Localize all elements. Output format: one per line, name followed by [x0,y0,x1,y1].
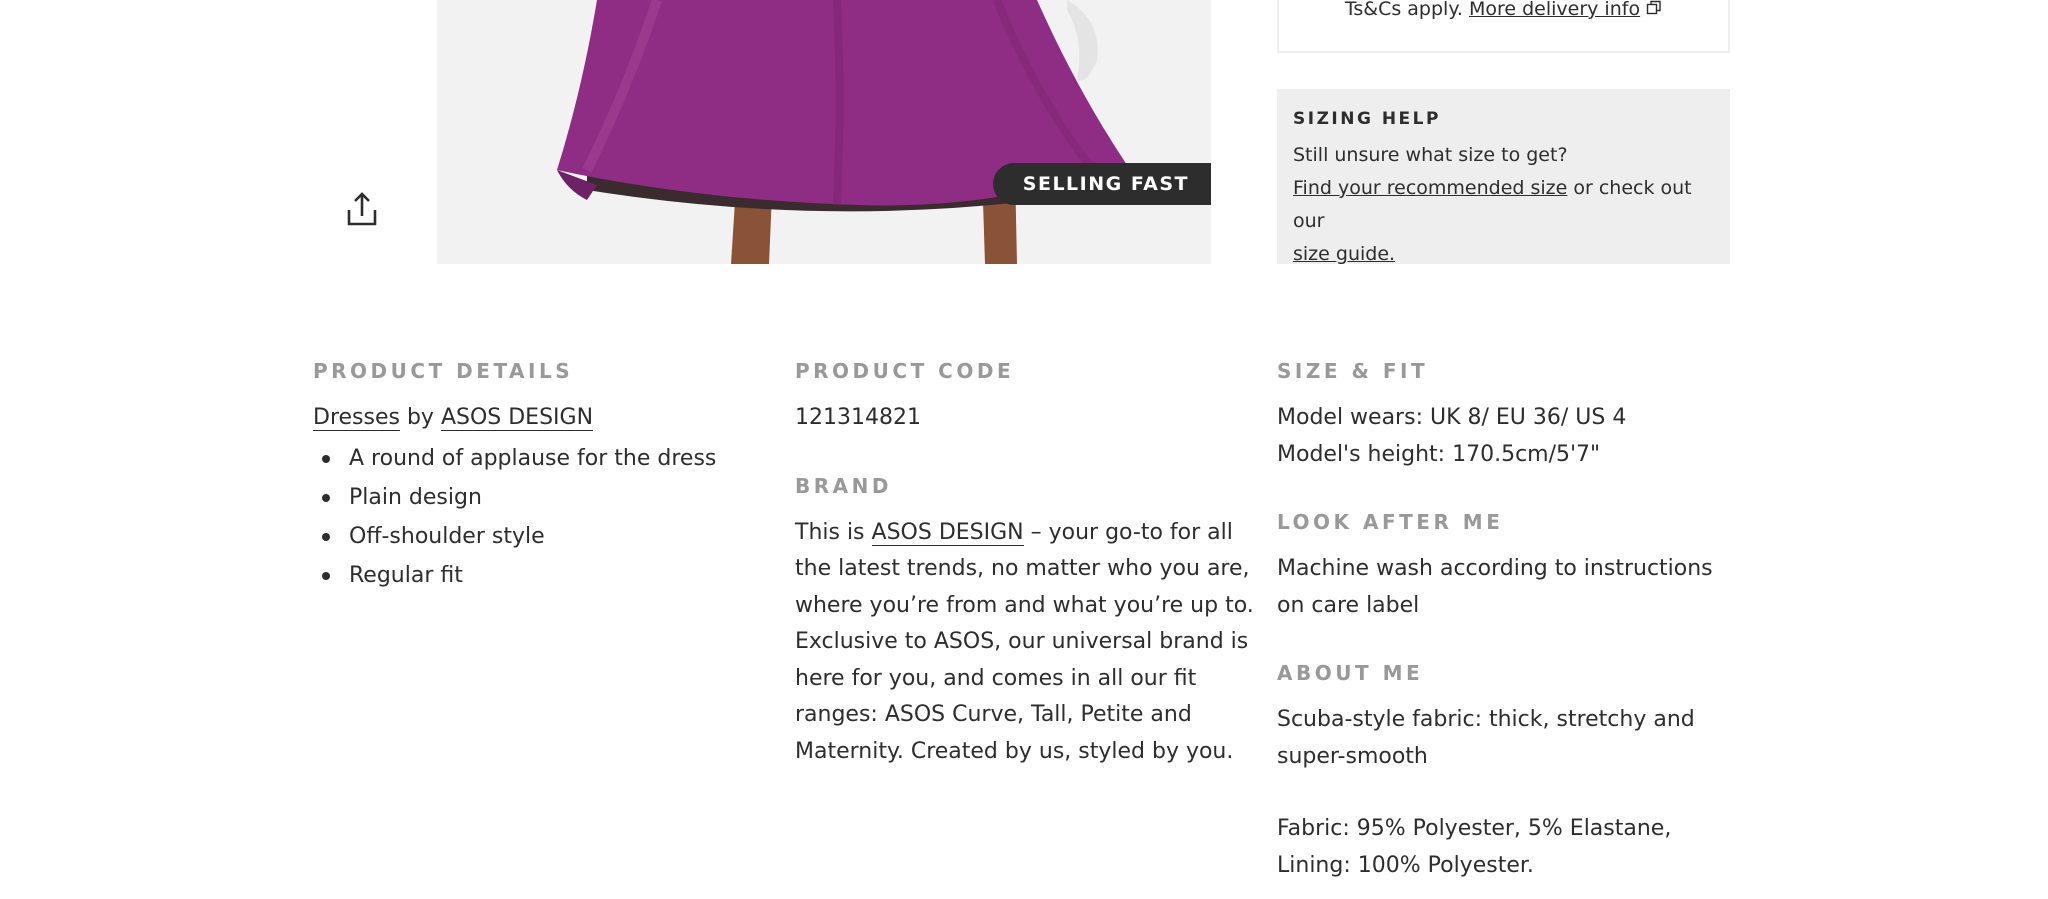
product-code-heading: PRODUCT CODE [795,359,1015,383]
brand-link-details[interactable]: ASOS DESIGN [440,405,594,431]
feature-item: Regular fit [313,556,753,595]
care-instructions-text: Machine wash according to instructions o… [1277,556,1713,618]
dress-illustration [437,0,1211,264]
share-icon [347,192,377,226]
size-guide-link[interactable]: size guide. [1293,243,1395,265]
product-details-section: PRODUCT DETAILS Dresses by ASOS DESIGN A… [313,356,753,595]
about-me-heading: ABOUT ME [1277,661,1424,685]
feature-item: Plain design [313,478,753,517]
model-wears-text: Model wears: UK 8/ EU 36/ US 4 [1277,405,1627,430]
by-text: by [399,405,441,430]
selling-fast-badge: SELLING FAST [992,163,1211,205]
brand-link[interactable]: ASOS DESIGN [871,519,1024,546]
fabric-composition-text: Fabric: 95% Polyester, 5% Elastane, Lini… [1277,816,1672,878]
sizing-help-panel: SIZING HELP Still unsure what size to ge… [1277,89,1730,265]
product-image[interactable]: SELLING FAST [437,0,1211,264]
product-category-line: Dresses by ASOS DESIGN [313,400,753,437]
share-button[interactable] [344,190,380,230]
more-delivery-info-link[interactable]: More delivery info [1469,0,1640,20]
model-height-text: Model's height: 170.5cm/5'7" [1277,441,1601,467]
size-fit-care-section: SIZE & FIT Model wears: UK 8/ EU 36/ US … [1277,356,1732,884]
terms-text: Ts&Cs apply. [1344,0,1463,20]
dresses-category-link[interactable]: Dresses [313,405,400,431]
external-link-icon [1646,0,1661,15]
delivery-info-box: Ts&Cs apply. More delivery info [1277,0,1730,53]
feature-item: A round of applause for the dress [313,439,753,478]
brand-heading: BRAND [795,473,892,498]
sizing-help-heading: SIZING HELP [1293,109,1441,129]
brand-description: This is ASOS DESIGN – your go-to for all… [795,515,1255,771]
look-after-me-heading: LOOK AFTER ME [1277,510,1504,534]
product-code-brand-section: PRODUCT CODE 121314821 BRAND This is ASO… [795,356,1255,770]
fabric-description-text: Scuba-style fabric: thick, stretchy and … [1277,707,1695,769]
recommended-size-link[interactable]: Find your recommended size [1293,177,1567,199]
sizing-help-links-line: Find your recommended size or check out … [1293,172,1714,238]
product-code-value: 121314821 [795,405,921,430]
size-fit-heading: SIZE & FIT [1277,359,1429,383]
feature-item: Off-shoulder style [313,517,753,556]
product-features-list: A round of applause for the dress Plain … [313,439,753,595]
brand-intro-text: This is [795,519,872,545]
sizing-help-question: Still unsure what size to get? [1293,144,1568,166]
brand-description-text: – your go-to for all the latest trends, … [795,519,1254,764]
product-details-heading: PRODUCT DETAILS [313,359,574,383]
size-guide-line: size guide. [1293,238,1714,271]
